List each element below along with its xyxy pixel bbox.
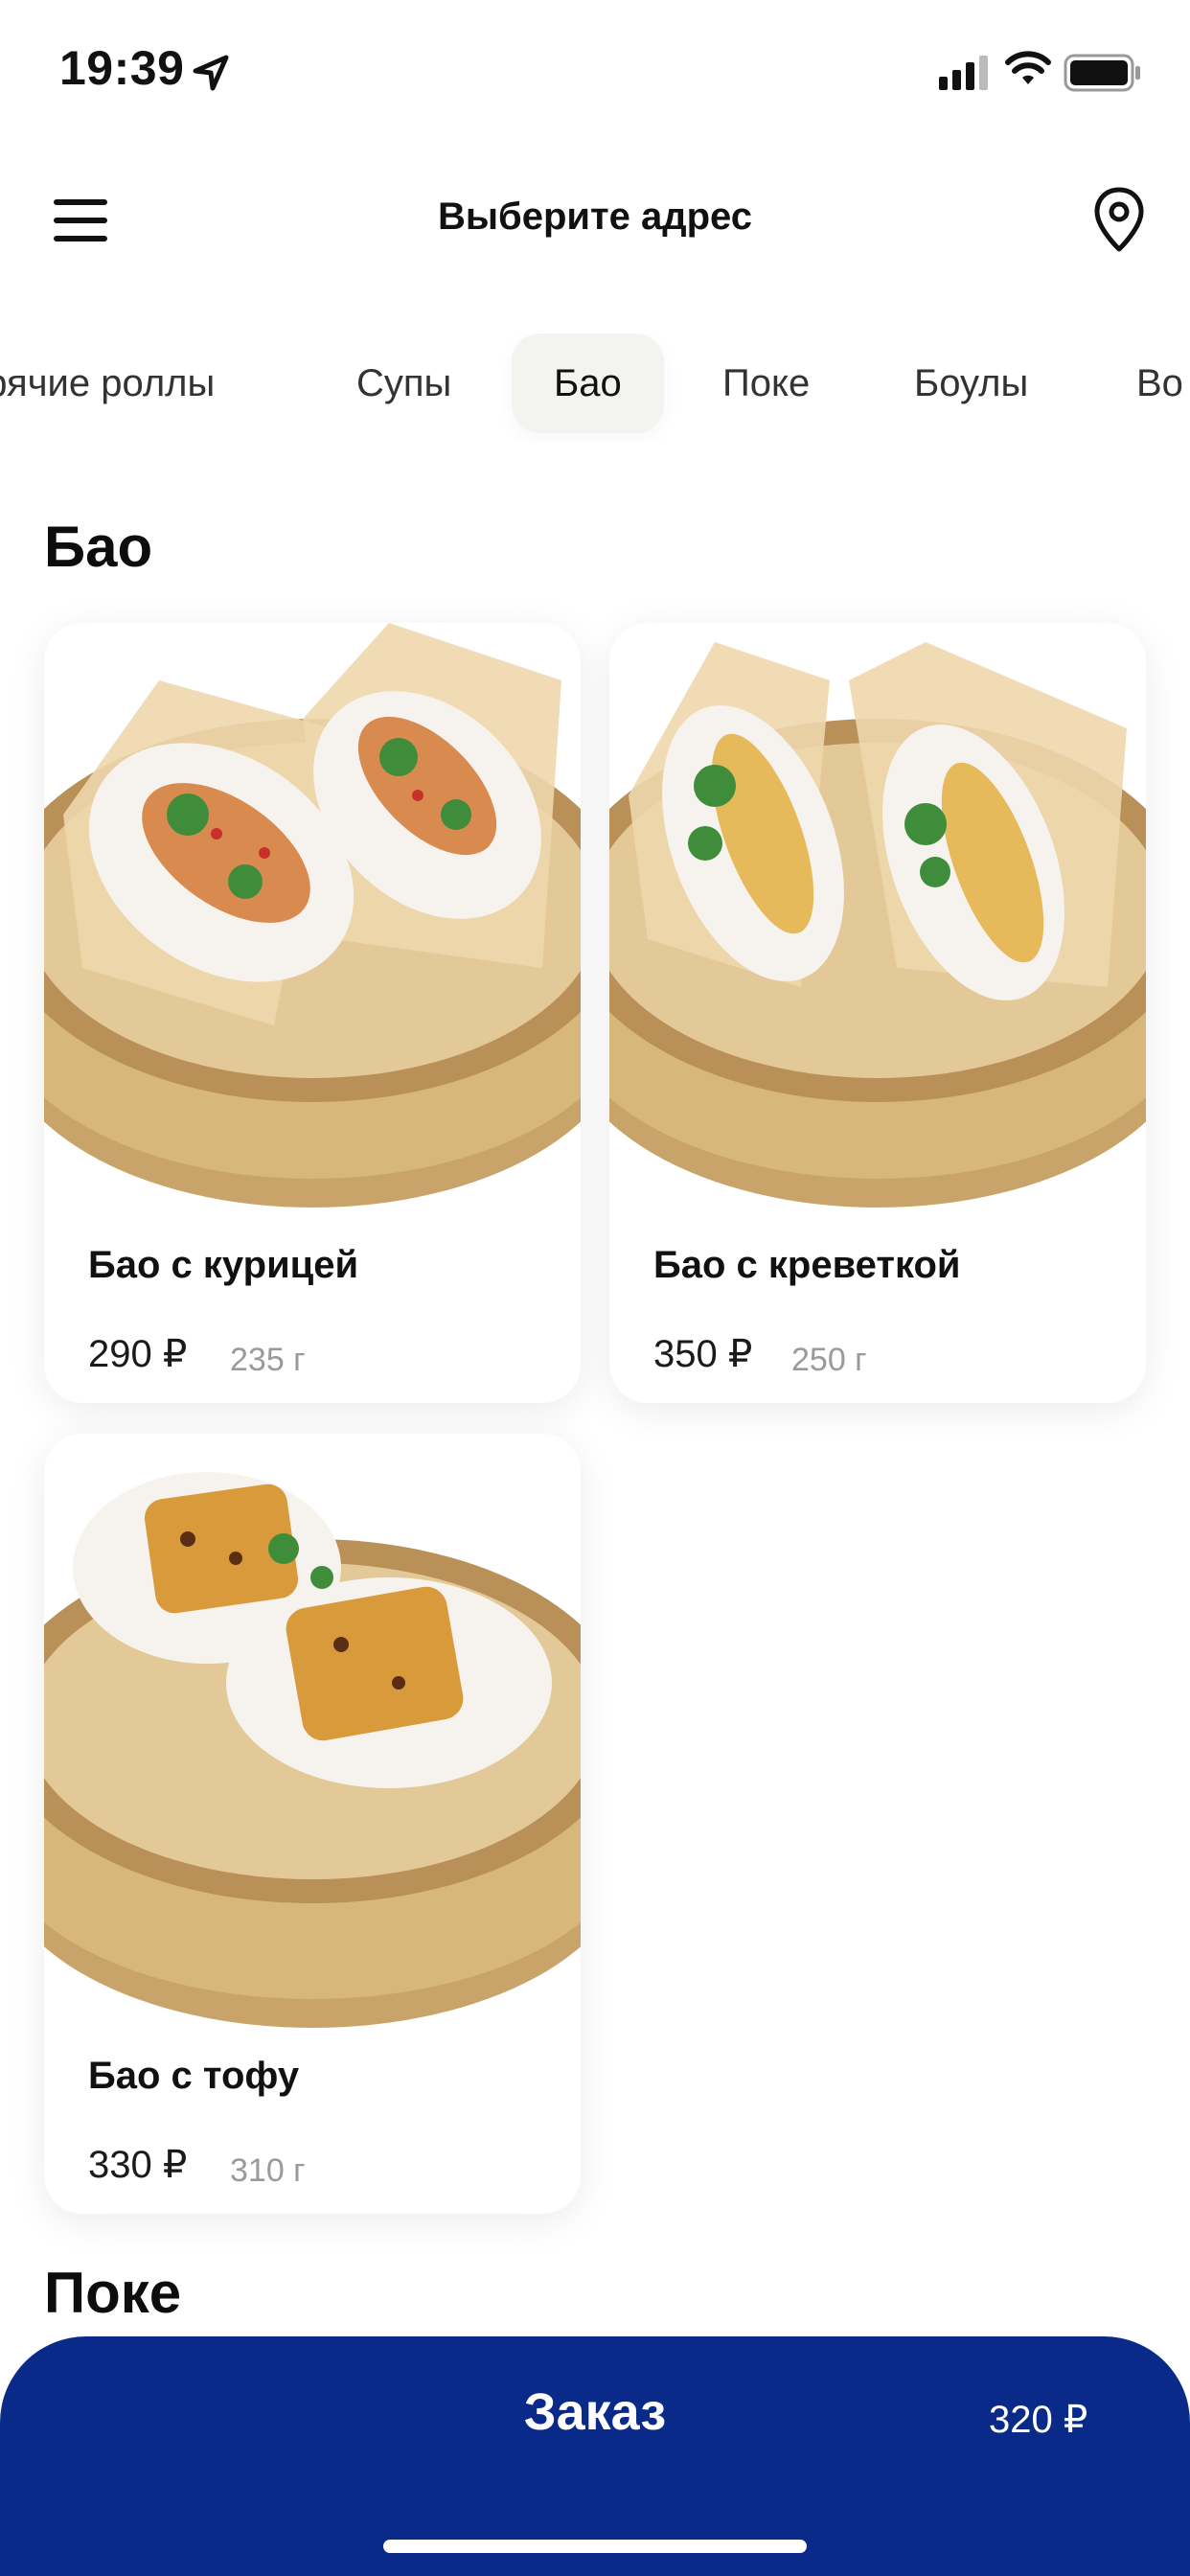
section-title-poke: Поке <box>44 2261 182 2325</box>
product-card[interactable]: Бао с тофу 330 ₽ 310 г <box>44 1434 581 2214</box>
cellular-signal-icon <box>939 56 988 90</box>
product-image-tofu-bao <box>44 1472 581 2028</box>
order-total: 320 ₽ <box>989 2399 1088 2441</box>
app-header: Выберите адрес <box>0 163 1190 278</box>
status-time: 19:39 <box>59 41 185 95</box>
product-price: 290 ₽ <box>88 1333 188 1375</box>
status-bar: 19:39 <box>0 0 1190 144</box>
order-bar[interactable]: Заказ 320 ₽ <box>0 2336 1190 2576</box>
product-image-shrimp-bao <box>609 642 1146 1208</box>
product-weight: 235 г <box>230 1342 306 1378</box>
section-title-bao: Бао <box>44 515 153 579</box>
home-indicator <box>383 2540 807 2553</box>
tab-hot-rolls[interactable]: Горячие роллы <box>0 334 257 433</box>
product-price: 350 ₽ <box>653 1333 753 1375</box>
product-weight: 250 г <box>791 1342 867 1378</box>
wifi-icon <box>1005 51 1051 84</box>
product-price: 330 ₽ <box>88 2144 188 2186</box>
tab-poke[interactable]: Поке <box>680 334 852 433</box>
category-tabs: Горячие роллы Супы Бао Поке Боулы Во <box>0 334 1190 441</box>
location-arrow-icon <box>193 55 229 91</box>
product-card[interactable]: Бао с курицей 290 ₽ 235 г <box>44 623 581 1403</box>
address-selector[interactable]: Выберите адрес <box>0 196 1190 239</box>
tab-soups[interactable]: Супы <box>314 334 493 433</box>
tab-drinks[interactable]: Во <box>1094 334 1190 433</box>
tab-bao[interactable]: Бао <box>512 334 664 433</box>
product-name: Бао с креветкой <box>653 1244 961 1286</box>
product-name: Бао с курицей <box>88 1244 359 1286</box>
battery-icon <box>1064 54 1140 92</box>
product-name: Бао с тофу <box>88 2055 300 2097</box>
tab-bowls[interactable]: Боулы <box>872 334 1070 433</box>
product-image-chicken-bao <box>44 623 581 1208</box>
product-weight: 310 г <box>230 2152 306 2189</box>
map-pin-icon[interactable] <box>1092 186 1146 253</box>
product-card[interactable]: Бао с креветкой 350 ₽ 250 г <box>609 623 1146 1403</box>
